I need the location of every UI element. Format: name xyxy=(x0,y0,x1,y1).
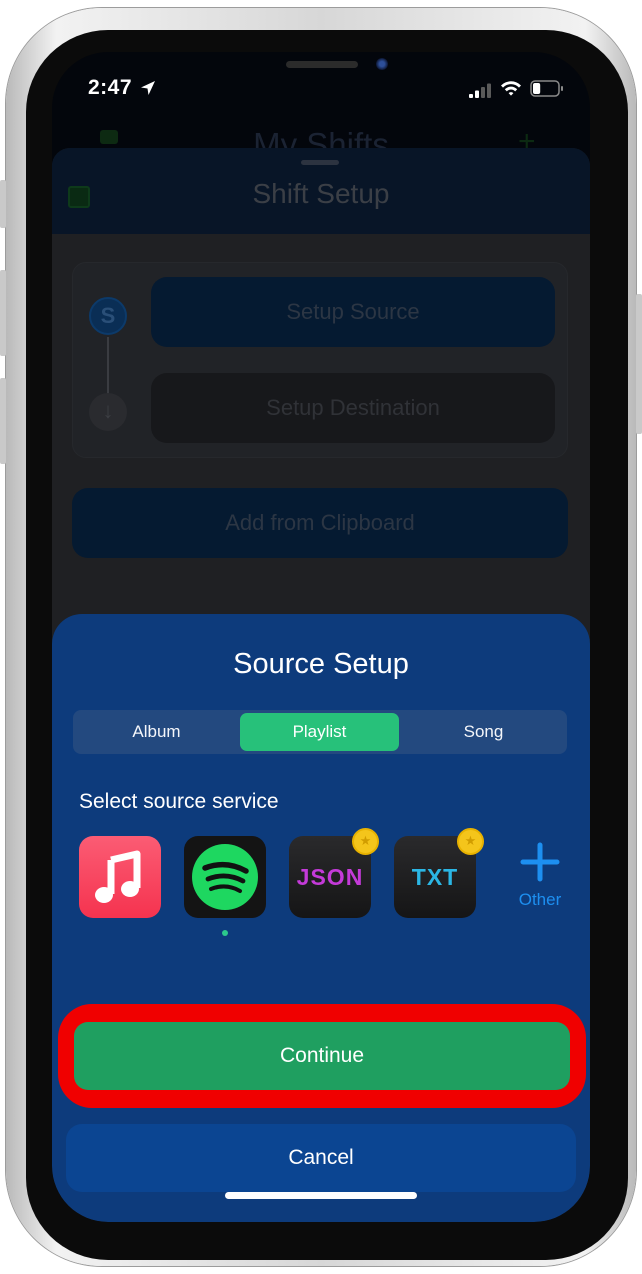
plus-icon xyxy=(520,842,560,882)
service-json[interactable]: JSON xyxy=(289,828,379,918)
source-s-icon: S xyxy=(89,297,127,335)
service-apple-music[interactable] xyxy=(79,836,161,918)
tab-playlist[interactable]: Playlist xyxy=(240,713,399,751)
signal-bar xyxy=(469,94,473,98)
add-from-clipboard-button[interactable]: Add from Clipboard xyxy=(72,488,568,558)
status-time: 2:47 xyxy=(88,76,133,99)
json-icon: JSON xyxy=(296,864,364,890)
power-button xyxy=(636,294,642,434)
source-setup-sheet: Source Setup Album Playlist Song Select … xyxy=(52,614,590,1222)
sheet-grabber[interactable] xyxy=(301,160,339,165)
txt-icon: TXT xyxy=(411,864,459,890)
spotify-icon xyxy=(192,844,258,910)
source-setup-title: Source Setup xyxy=(233,648,409,680)
selected-indicator-dot xyxy=(222,930,228,936)
volume-down-button xyxy=(0,378,6,464)
service-txt[interactable]: TXT xyxy=(394,828,484,918)
silent-switch xyxy=(0,180,6,228)
signal-bar xyxy=(487,83,491,98)
home-indicator[interactable] xyxy=(225,1192,417,1199)
premium-badge-icon xyxy=(457,828,484,855)
type-segmented-control: Album Playlist Song xyxy=(73,710,567,754)
location-arrow-icon xyxy=(141,81,155,95)
signal-bar xyxy=(481,87,485,98)
other-label: Other xyxy=(518,890,562,909)
screen: 2:47 My Shifts + Shift Setup S ↓ Setup S… xyxy=(52,52,590,1222)
status-bar: 2:47 xyxy=(52,52,590,122)
wifi-icon xyxy=(501,81,521,96)
service-spotify[interactable] xyxy=(184,836,266,918)
continue-button[interactable]: Continue xyxy=(74,1022,570,1090)
step-connector-line xyxy=(107,337,109,399)
apple-music-icon xyxy=(95,850,141,903)
tab-album[interactable]: Album xyxy=(76,713,237,751)
signal-bar xyxy=(475,90,479,98)
premium-badge-icon xyxy=(352,828,379,855)
arrow-down-icon: ↓ xyxy=(89,393,127,431)
shift-setup-header: Shift Setup xyxy=(52,148,590,234)
cancel-button[interactable]: Cancel xyxy=(66,1124,576,1192)
cellular-signal-icon xyxy=(469,83,491,98)
service-picker: JSON TXT Other xyxy=(52,828,590,946)
select-source-label: Select source service xyxy=(79,790,279,813)
volume-up-button xyxy=(0,270,6,356)
shift-setup-title: Shift Setup xyxy=(252,178,390,209)
setup-steps-card: S ↓ Setup Source Setup Destination xyxy=(72,262,568,458)
setup-source-button[interactable]: Setup Source xyxy=(151,277,555,347)
other-service-button[interactable]: Other xyxy=(510,842,570,912)
battery-icon xyxy=(530,80,563,97)
tab-song[interactable]: Song xyxy=(403,713,564,751)
setup-destination-button[interactable]: Setup Destination xyxy=(151,373,555,443)
